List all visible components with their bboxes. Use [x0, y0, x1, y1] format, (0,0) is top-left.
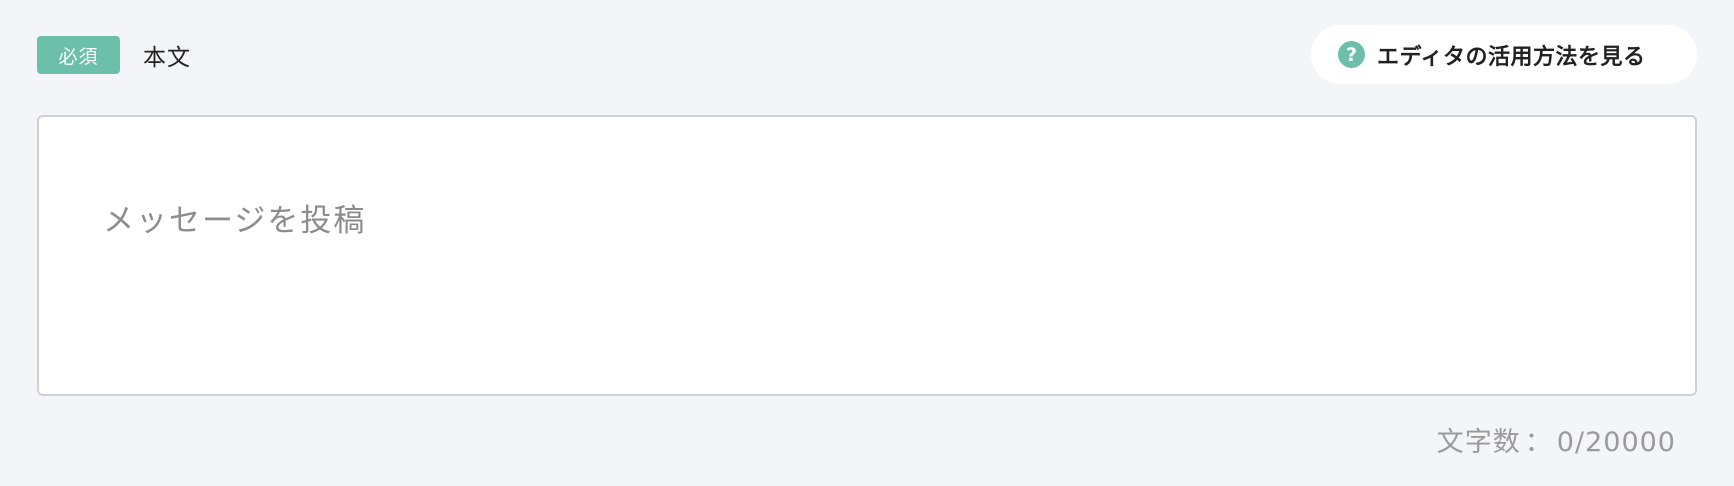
- field-header: 必須 本文: [37, 36, 191, 74]
- editor-placeholder: メッセージを投稿: [103, 203, 367, 239]
- field-label: 本文: [143, 45, 191, 71]
- message-editor[interactable]: メッセージを投稿: [37, 115, 1697, 396]
- counter-slash: /: [1574, 427, 1586, 458]
- editor-help-button[interactable]: ? エディタの活用方法を見る: [1311, 25, 1697, 84]
- required-badge: 必須: [37, 36, 120, 74]
- counter-current: 0: [1556, 427, 1575, 458]
- character-counter: 文字数： 0/20000: [1437, 420, 1676, 459]
- counter-max: 20000: [1585, 427, 1676, 458]
- help-button-label: エディタの活用方法を見る: [1377, 44, 1646, 70]
- counter-separator: ：: [1524, 427, 1553, 458]
- counter-label: 文字数: [1436, 427, 1521, 458]
- question-circle-icon: ?: [1338, 41, 1365, 68]
